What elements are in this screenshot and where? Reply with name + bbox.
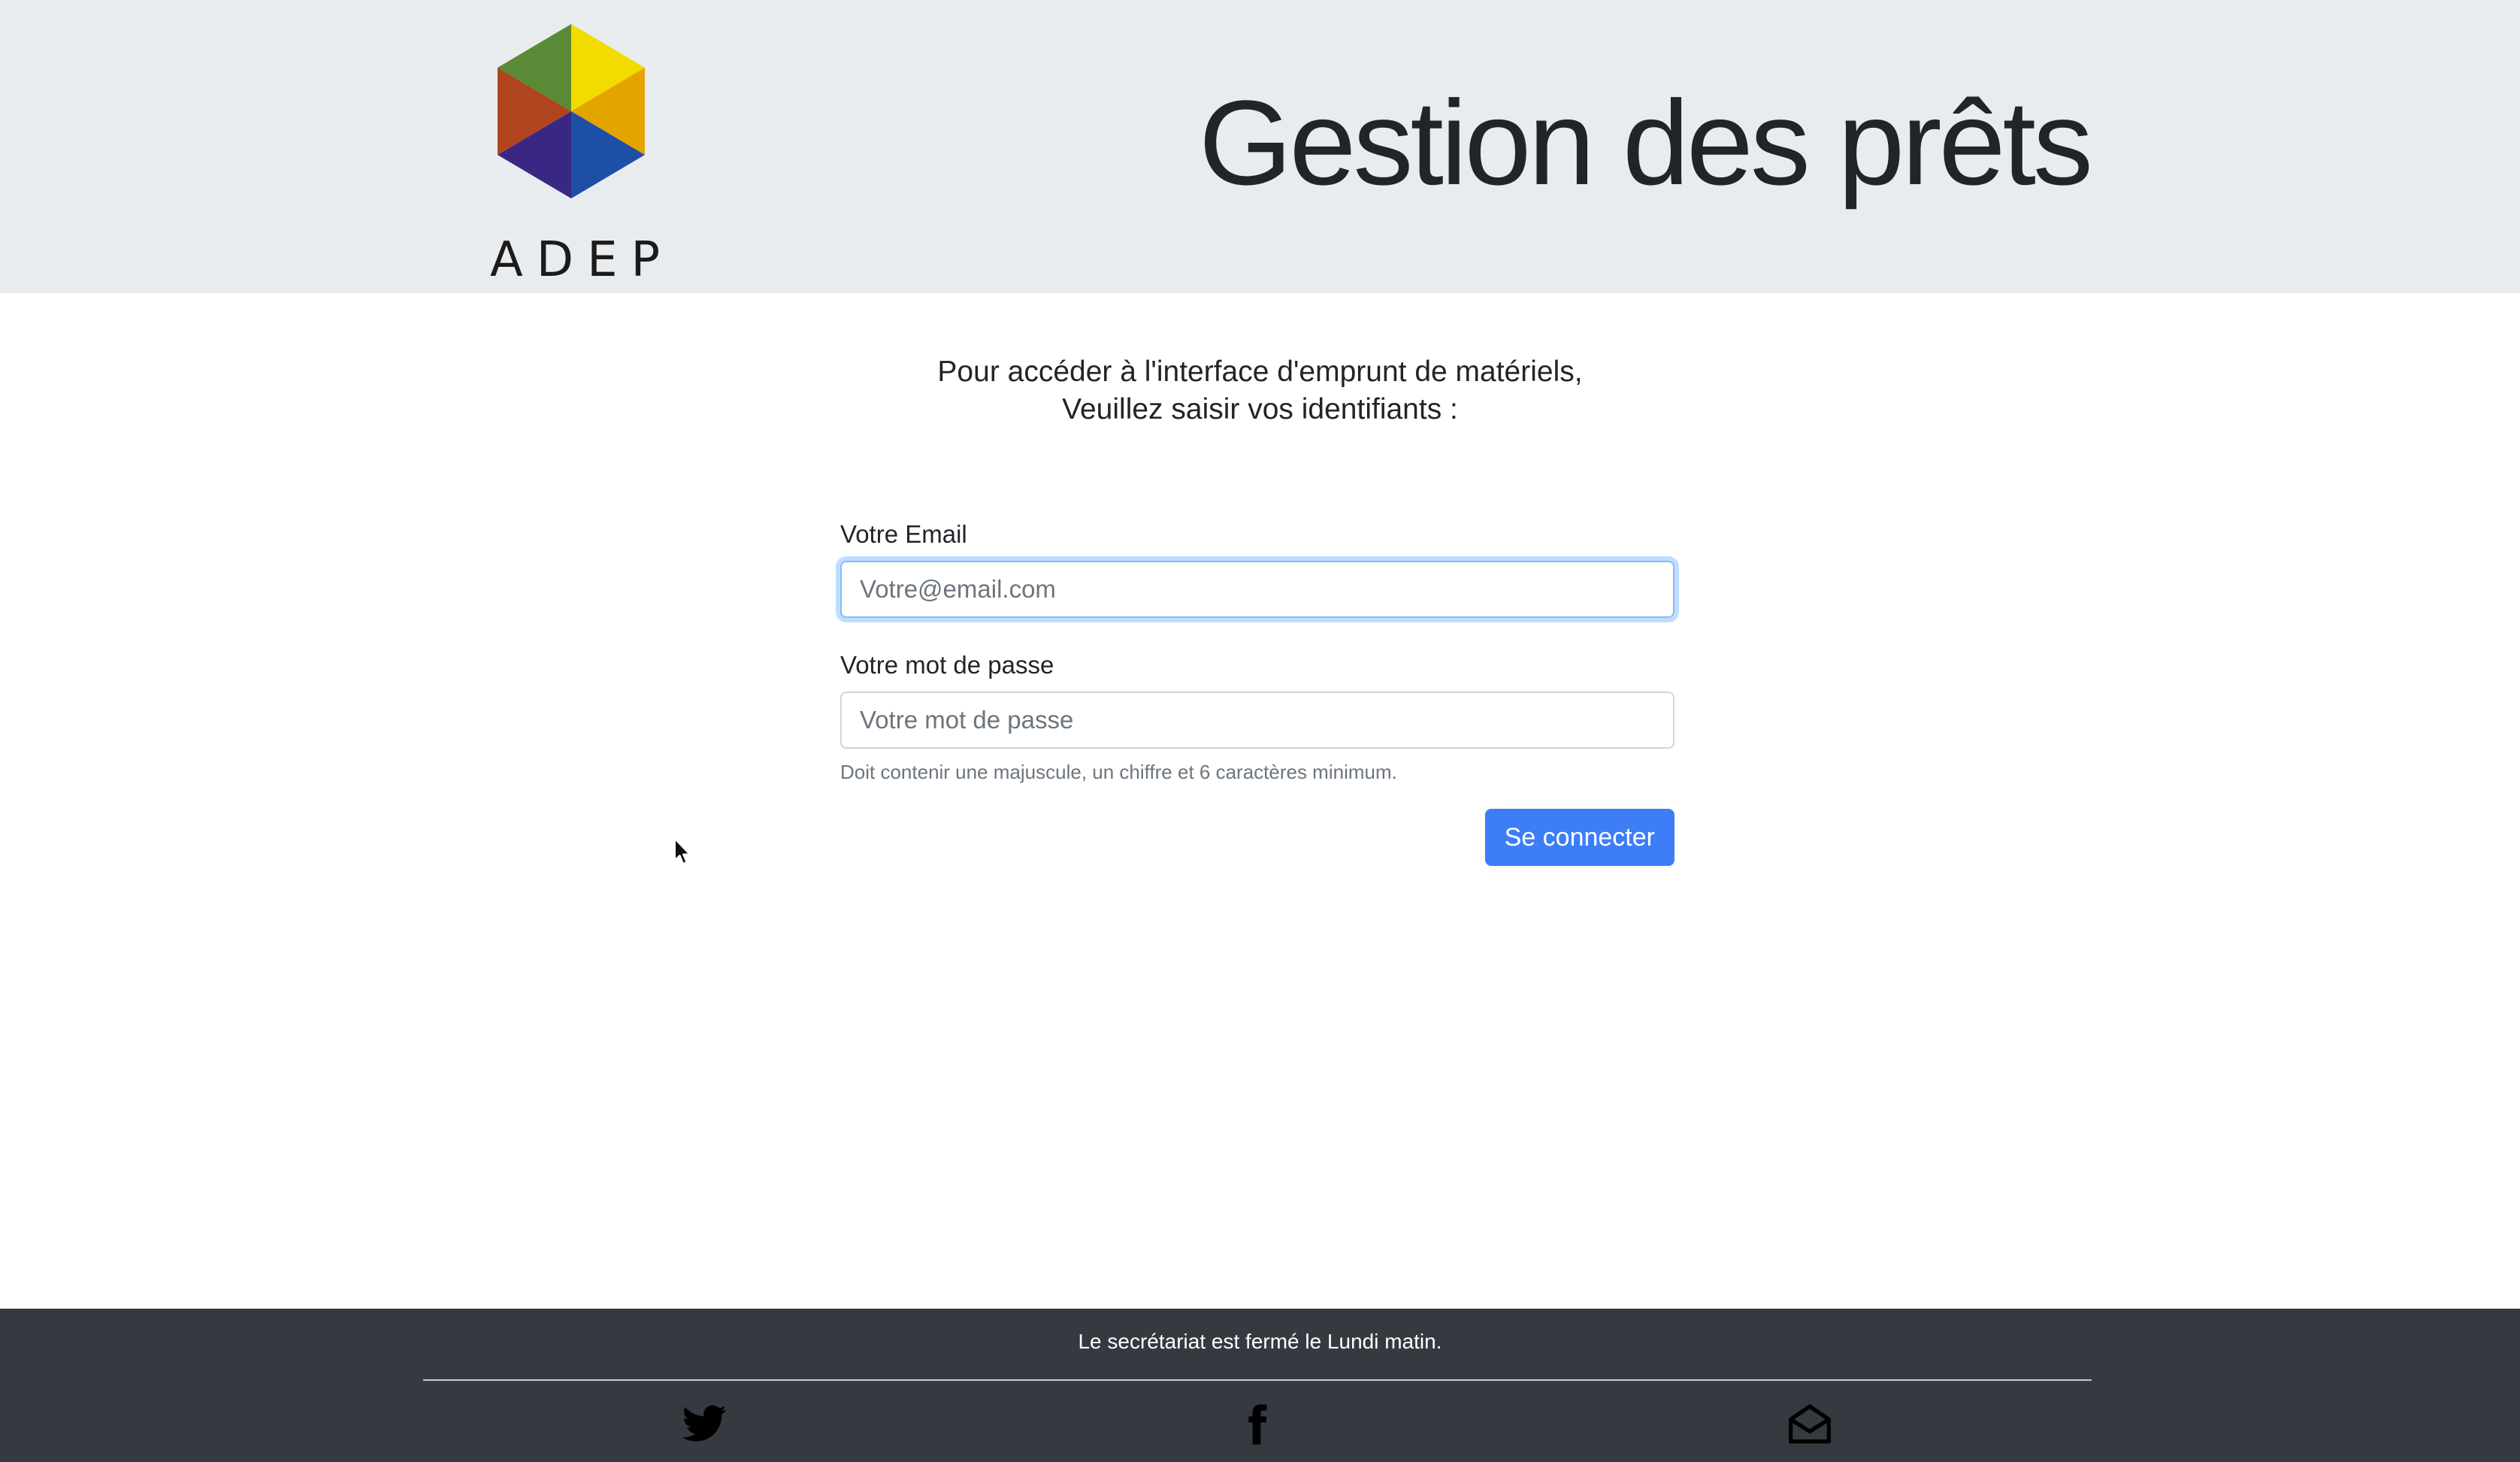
intro-line-1: Pour accéder à l'interface d'emprunt de … bbox=[937, 356, 1583, 388]
password-label: Votre mot de passe bbox=[840, 651, 1054, 679]
facebook-icon[interactable] bbox=[1233, 1400, 1281, 1448]
mail-icon[interactable] bbox=[1786, 1400, 1834, 1448]
email-label: Votre Email bbox=[840, 520, 967, 548]
page-footer: Le secrétariat est fermé le Lundi matin. bbox=[0, 1309, 2520, 1462]
login-form: Votre Email Votre mot de passe Doit cont… bbox=[840, 517, 1674, 866]
email-field[interactable] bbox=[840, 561, 1674, 618]
intro-text: Pour accéder à l'interface d'emprunt de … bbox=[0, 353, 2520, 428]
page-header: ADEP Gestion des prêts bbox=[0, 0, 2520, 293]
password-field[interactable] bbox=[840, 692, 1674, 749]
form-actions: Se connecter bbox=[840, 809, 1674, 866]
intro-line-2: Veuillez saisir vos identifiants : bbox=[1062, 393, 1458, 425]
page-title: Gestion des prêts bbox=[1199, 75, 2093, 210]
adep-logo[interactable]: ADEP bbox=[490, 18, 660, 284]
logo-hexagon-icon bbox=[498, 24, 645, 198]
logo-wordmark: ADEP bbox=[490, 232, 674, 288]
mouse-cursor-icon bbox=[674, 838, 691, 864]
twitter-icon[interactable] bbox=[680, 1400, 728, 1448]
footer-notice: Le secrétariat est fermé le Lundi matin. bbox=[1078, 1330, 1442, 1353]
password-help-text: Doit contenir une majuscule, un chiffre … bbox=[840, 761, 1397, 783]
footer-divider bbox=[423, 1379, 2092, 1381]
login-button[interactable]: Se connecter bbox=[1484, 809, 1674, 866]
